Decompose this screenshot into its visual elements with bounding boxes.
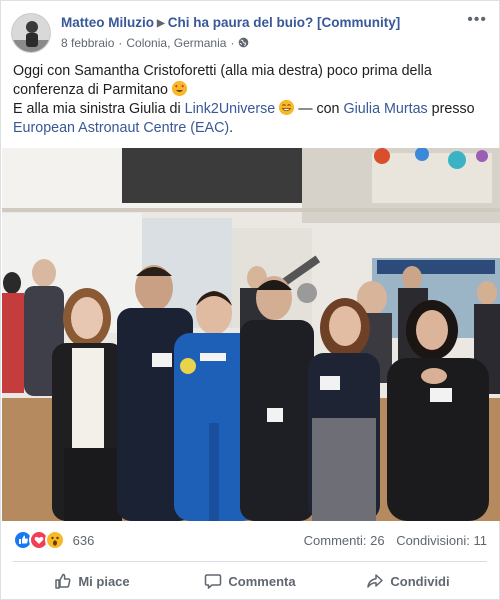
tagged-person-link[interactable]: Giulia Murtas [343,101,427,117]
wow-icon [45,530,65,550]
more-icon[interactable]: ••• [467,11,487,29]
heart-eyes-emoji-icon [171,81,187,96]
reaction-count[interactable]: 636 [73,533,95,548]
globe-icon[interactable] [238,37,249,48]
post-text-line2: E alla mia sinistra Giulia di [13,101,185,117]
post-photo[interactable] [2,148,500,521]
presso-text: presso [427,101,475,117]
text-end: . [229,120,234,136]
comments-count[interactable]: Commenti: 26 [304,533,385,548]
tagged-place-link[interactable]: European Astronaut Centre (EAC) [13,120,229,136]
share-button-label: Condividi [390,573,450,589]
separator: · [118,36,123,50]
like-button-label: Mi piace [78,573,130,589]
post-text-line1: Oggi con Samantha Cristoforetti (alla mi… [13,63,432,98]
post-text: Oggi con Samantha Cristoforetti (alla mi… [13,62,487,138]
arrow-right-icon: ▶ [157,18,165,29]
thumbs-up-icon [55,573,71,589]
group-name[interactable]: Chi ha paura del buio? [Community] [168,15,401,30]
share-button[interactable]: Condividi [329,563,487,599]
post-meta: 8 febbraio · Colonia, Germania · [61,36,249,50]
share-icon [367,574,384,588]
comment-icon [205,574,222,589]
post-title: Matteo Miluzio ▶ Chi ha paura del buio? [C… [61,15,400,30]
comment-button-label: Commenta [228,573,296,589]
post-date[interactable]: 8 febbraio [61,36,114,50]
with-text: — con [294,101,344,117]
comment-button[interactable]: Commenta [171,563,329,599]
link2universe-link[interactable]: Link2Universe [185,101,276,117]
post-location[interactable]: Colonia, Germania [126,36,226,50]
post-card: Matteo Miluzio ▶ Chi ha paura del buio? [C… [0,0,500,600]
post-header: Matteo Miluzio ▶ Chi ha paura del buio? [C… [11,11,489,53]
author-name[interactable]: Matteo Miluzio [61,15,154,30]
reaction-icons [13,530,67,550]
like-button[interactable]: Mi piace [13,563,171,599]
shares-count[interactable]: Condivisioni: 11 [396,533,487,548]
separator: · [230,36,235,50]
grinning-emoji-icon [279,100,295,115]
post-actions: Mi piace Commenta Condividi [13,563,487,599]
post-stats: Commenti: 26 Condivisioni: 11 [296,533,487,548]
avatar[interactable] [11,13,51,53]
divider [13,561,487,562]
reactions-summary[interactable]: 636 [13,530,94,552]
